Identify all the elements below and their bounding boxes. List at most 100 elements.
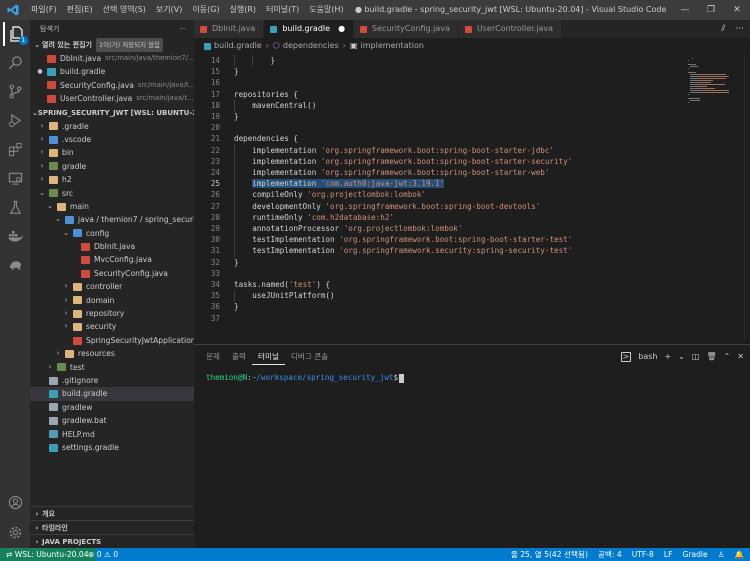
tab-dbinit-java[interactable]: DbInit.java [194, 20, 265, 38]
tree-item[interactable]: ⌄ main [30, 200, 194, 213]
encoding[interactable]: UTF-8 [632, 548, 654, 561]
source-control-icon[interactable] [3, 79, 27, 103]
panel-tab-1[interactable]: 문제 [200, 349, 226, 365]
run-debug-icon[interactable] [3, 108, 27, 132]
tree-item[interactable]: › gradle [30, 160, 194, 173]
menu-item-7[interactable]: 터미널(T) [261, 0, 304, 20]
tree-item[interactable]: › domain [30, 294, 194, 307]
string-token: 'org.springframework.boot:spring-boot-st… [320, 168, 550, 177]
tree-item[interactable]: SpringSecurityJwtApplication.ja... [30, 334, 194, 347]
panel-tab-3[interactable]: 터미널 [251, 349, 285, 365]
open-editor-item[interactable]: ● build.gradle [30, 65, 194, 78]
close-window-button[interactable]: ✕ [724, 0, 750, 20]
tree-item[interactable]: settings.gradle [30, 441, 194, 454]
terminal-output[interactable]: themion@N:~/workspace/spring_security_jw… [206, 372, 405, 383]
minimap[interactable] [684, 54, 744, 340]
chevron-right-icon: › [64, 309, 68, 318]
code-editor[interactable]: 14} 15} 16 17 repositories {18 mavenCentral()… [194, 54, 750, 340]
tree-item[interactable]: .gitignore [30, 374, 194, 387]
explorer-icon[interactable]: 1 [3, 22, 28, 46]
account-icon[interactable] [3, 490, 27, 514]
extensions-icon[interactable] [3, 137, 27, 161]
indentation[interactable]: 공백: 4 [598, 548, 622, 561]
tab-build-gradle[interactable]: build.gradle ● [264, 20, 355, 38]
docker-icon[interactable] [3, 224, 27, 248]
tab-label: DbInit.java [212, 24, 256, 33]
unsaved-dot-icon[interactable]: ● [36, 65, 44, 78]
language-mode[interactable]: Gradle [682, 548, 707, 561]
folder-icon [49, 189, 58, 198]
tree-item[interactable]: HELP.md [30, 428, 194, 441]
maximize-panel-icon[interactable]: ⌃ [724, 349, 731, 365]
tree-item[interactable]: build.gradle [30, 387, 194, 401]
menu-item-2[interactable]: 편집(E) [62, 0, 98, 20]
remote-explorer-icon[interactable] [3, 166, 27, 190]
terminal-dropdown-icon[interactable]: ⌄ [678, 349, 685, 365]
tree-item[interactable]: › h2 [30, 173, 194, 186]
tree-item[interactable]: › .gradle [30, 120, 194, 133]
menu-item-3[interactable]: 선택 영역(S) [98, 0, 151, 20]
close-panel-icon[interactable]: ✕ [737, 349, 744, 365]
tree-item[interactable]: MvcConfig.java [30, 253, 194, 266]
breadcrumb-dependencies[interactable]: dependencies [283, 38, 339, 54]
timeline-section-header[interactable]: › 타임라인 [30, 520, 194, 534]
tree-item[interactable]: › security [30, 320, 194, 333]
feedback-icon[interactable]: ♙ [718, 548, 725, 561]
workspace-header[interactable]: ⌄ SPRING_SECURITY_JWT [WSL: UBUNTU-20.04… [30, 106, 194, 120]
panel-tab-4[interactable]: 디버그 콘솔 [285, 349, 334, 365]
terminal-shell-label[interactable]: bash [638, 349, 657, 365]
java-projects-section-header[interactable]: › JAVA PROJECTS [30, 534, 194, 548]
remote-indicator[interactable]: ⇄ WSL: Ubuntu-20.04 [0, 548, 95, 561]
new-terminal-icon[interactable]: + [664, 349, 671, 365]
tree-item[interactable]: gradlew.bat [30, 414, 194, 427]
tree-item[interactable]: › repository [30, 307, 194, 320]
tree-item[interactable]: › test [30, 361, 194, 374]
split-terminal-icon[interactable]: ◫ [692, 349, 700, 365]
menu-item-4[interactable]: 보기(V) [151, 0, 187, 20]
tree-item[interactable]: ⌄ java / themion7 / spring_security_... [30, 213, 194, 226]
tree-item[interactable]: › resources [30, 347, 194, 360]
code-text: } [271, 55, 276, 66]
end-of-line[interactable]: LF [664, 548, 673, 561]
tree-item[interactable]: gradlew [30, 401, 194, 414]
tree-item[interactable]: SecurityConfig.java [30, 267, 194, 280]
menu-item-8[interactable]: 도움말(H) [304, 0, 348, 20]
maximize-button[interactable]: ❐ [698, 0, 724, 20]
open-editor-item[interactable]: SecurityConfig.java src/main/java/t... [30, 79, 194, 92]
database-icon[interactable] [3, 253, 27, 277]
menu-item-5[interactable]: 이동(G) [187, 0, 224, 20]
panel-tab-2[interactable]: 출력 [226, 349, 252, 365]
problems-indicator[interactable]: ⊗ 0 ⚠ 0 [88, 548, 118, 561]
code-text: annotationProcessor 'org.projectlombok:l… [252, 223, 462, 234]
tree-item[interactable]: › bin [30, 146, 194, 159]
tree-item[interactable]: ⌄ src [30, 187, 194, 200]
tab-usercontroller-java[interactable]: UserController.java [458, 20, 563, 38]
split-editor-icon[interactable]: ⫽ [721, 20, 725, 38]
editor-scrollbar[interactable] [744, 54, 750, 340]
line-number: 24 [210, 168, 220, 177]
open-editors-header[interactable]: ⌄ 열려 있는 편집기 1이(가) 저장되지 않음 [30, 38, 194, 52]
open-editor-item[interactable]: DbInit.java src/main/java/themion7/... [30, 52, 194, 65]
breadcrumb-file[interactable]: build.gradle [214, 38, 262, 54]
outline-section-header[interactable]: › 개요 [30, 506, 194, 520]
kill-terminal-icon[interactable]: 🗑 [706, 349, 716, 365]
minimize-button[interactable]: — [672, 0, 698, 20]
testing-icon[interactable] [3, 195, 27, 219]
more-editor-actions-icon[interactable]: ··· [735, 20, 744, 38]
search-icon[interactable] [3, 50, 27, 74]
cursor-position[interactable]: 줄 25, 열 5(42 선택됨) [511, 548, 588, 561]
tab-securityconfig-java[interactable]: SecurityConfig.java [354, 20, 459, 38]
tree-item[interactable]: ⌄ config [30, 227, 194, 240]
more-actions-icon[interactable]: ··· [179, 20, 186, 38]
notifications-icon[interactable]: 🔔 [735, 548, 744, 561]
menu-item-1[interactable]: 파일(F) [26, 0, 62, 20]
open-editor-item[interactable]: UserController.java src/main/java/t... [30, 92, 194, 105]
tree-item[interactable]: DbInit.java [30, 240, 194, 253]
breadcrumb-implementation[interactable]: implementation [361, 38, 424, 54]
java-file-icon [81, 242, 90, 251]
tree-item[interactable]: › .vscode [30, 133, 194, 146]
menu-item-6[interactable]: 실행(R) [225, 0, 262, 20]
settings-gear-icon[interactable] [3, 520, 27, 544]
unsaved-dot-icon[interactable]: ● [338, 20, 345, 38]
tree-item[interactable]: › controller [30, 280, 194, 293]
